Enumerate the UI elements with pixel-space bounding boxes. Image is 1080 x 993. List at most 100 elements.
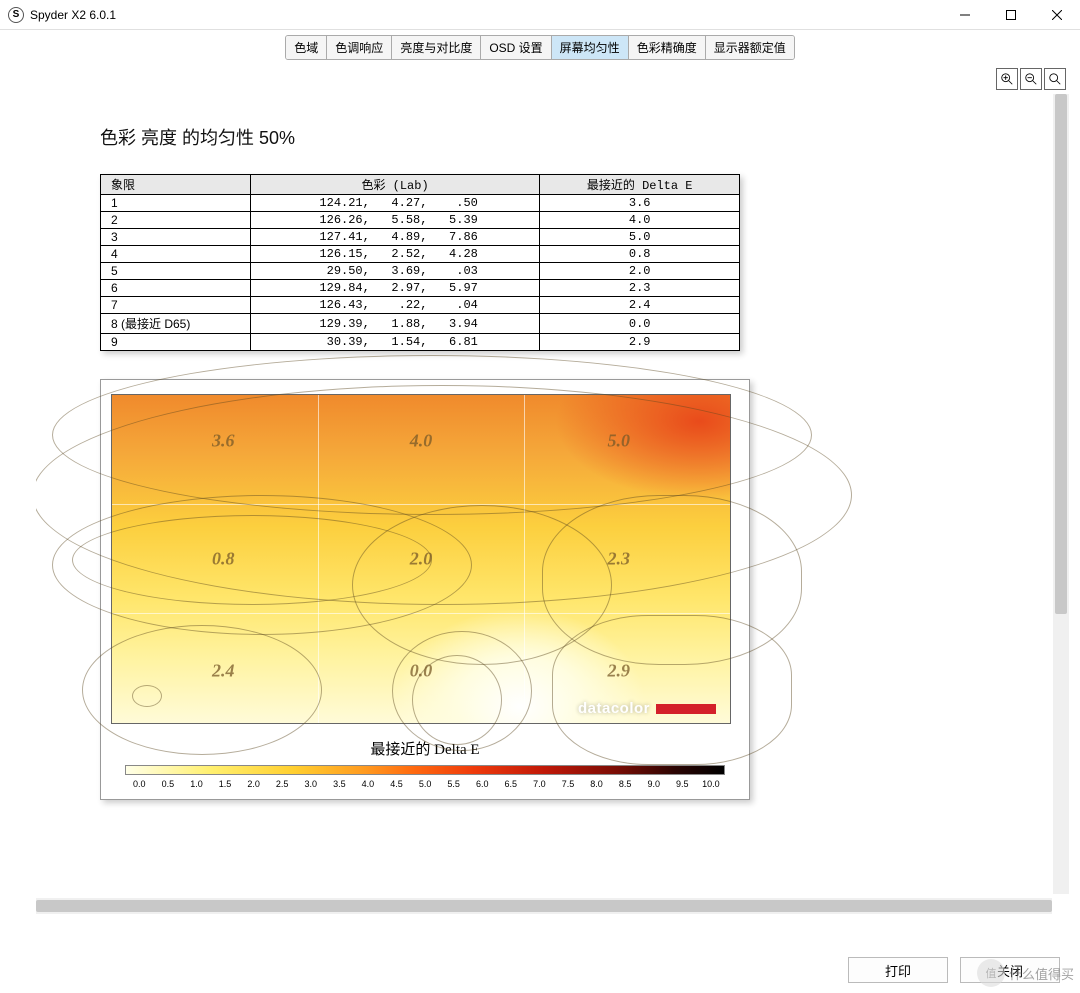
table-row: 8 (最接近 D65) 129.39, 1.88, 3.940.0 bbox=[101, 314, 740, 334]
heatmap-value: 4.0 bbox=[410, 430, 433, 451]
cell-quadrant: 8 (最接近 D65) bbox=[101, 314, 251, 334]
legend-tick: 5.5 bbox=[439, 779, 468, 789]
table-row: 7 126.43, .22, .042.4 bbox=[101, 297, 740, 314]
brand-bar-icon bbox=[656, 704, 716, 714]
legend-tick: 10.0 bbox=[697, 779, 726, 789]
tab-4[interactable]: 屏幕均匀性 bbox=[552, 36, 629, 59]
legend-tick: 1.5 bbox=[211, 779, 240, 789]
heatmap: datacolor 3.6 4.0 5.0 0.8 2.0 2.3 2.4 0.0 2.9 bbox=[111, 394, 731, 724]
legend-tick: 3.0 bbox=[296, 779, 325, 789]
legend-tick: 0.0 bbox=[125, 779, 154, 789]
heatmap-value: 0.0 bbox=[410, 660, 433, 681]
legend-tick: 8.5 bbox=[611, 779, 640, 789]
cell-delta-e: 2.4 bbox=[540, 297, 740, 314]
heatmap-panel: datacolor 3.6 4.0 5.0 0.8 2.0 2.3 2.4 0.0 2.9 最接… bbox=[100, 379, 750, 800]
legend-tick: 2.0 bbox=[239, 779, 268, 789]
legend-tick: 9.0 bbox=[639, 779, 668, 789]
cell-lab: 126.26, 5.58, 5.39 bbox=[250, 212, 540, 229]
zoom-out-icon[interactable] bbox=[1020, 68, 1042, 90]
legend-tick: 6.5 bbox=[497, 779, 526, 789]
legend-colorbar bbox=[125, 765, 725, 775]
cell-lab: 129.39, 1.88, 3.94 bbox=[250, 314, 540, 334]
table-row: 2 126.26, 5.58, 5.394.0 bbox=[101, 212, 740, 229]
cell-lab: 126.43, .22, .04 bbox=[250, 297, 540, 314]
tab-6[interactable]: 显示器额定值 bbox=[706, 36, 794, 59]
cell-delta-e: 0.0 bbox=[540, 314, 740, 334]
legend-tick: 4.0 bbox=[354, 779, 383, 789]
cell-lab: 29.50, 3.69, .03 bbox=[250, 263, 540, 280]
heatmap-value: 0.8 bbox=[212, 549, 235, 570]
cell-lab: 126.15, 2.52, 4.28 bbox=[250, 246, 540, 263]
legend-tick: 6.0 bbox=[468, 779, 497, 789]
report-page: 色彩 亮度 的均匀性 50% 象限 色彩 (Lab) 最接近的 Delta E … bbox=[36, 94, 1006, 820]
heatmap-value: 2.4 bbox=[212, 660, 235, 681]
cell-quadrant: 2 bbox=[101, 212, 251, 229]
header-delta-e: 最接近的 Delta E bbox=[540, 175, 740, 195]
tab-3[interactable]: OSD 设置 bbox=[481, 36, 551, 59]
legend-tick: 3.5 bbox=[325, 779, 354, 789]
vertical-scrollbar[interactable] bbox=[1053, 94, 1069, 894]
close-button[interactable] bbox=[1034, 0, 1080, 30]
cell-lab: 124.21, 4.27, .50 bbox=[250, 195, 540, 212]
heatmap-value: 2.0 bbox=[410, 549, 433, 570]
cell-quadrant: 1 bbox=[101, 195, 251, 212]
cell-delta-e: 2.0 bbox=[540, 263, 740, 280]
uniformity-table: 象限 色彩 (Lab) 最接近的 Delta E 1 124.21, 4.27,… bbox=[100, 174, 740, 351]
legend-tick: 1.0 bbox=[182, 779, 211, 789]
tab-2[interactable]: 亮度与对比度 bbox=[392, 36, 481, 59]
cell-delta-e: 2.3 bbox=[540, 280, 740, 297]
cell-delta-e: 0.8 bbox=[540, 246, 740, 263]
cell-delta-e: 2.9 bbox=[540, 334, 740, 351]
window-title: Spyder X2 6.0.1 bbox=[30, 8, 116, 22]
legend-tick: 5.0 bbox=[411, 779, 440, 789]
zoom-toolbar bbox=[0, 64, 1080, 94]
cell-delta-e: 4.0 bbox=[540, 212, 740, 229]
watermark: 值 什么值得买 bbox=[977, 959, 1074, 987]
legend-title: 最接近的 Delta E bbox=[111, 738, 739, 759]
watermark-badge: 值 bbox=[977, 959, 1005, 987]
heatmap-value: 2.9 bbox=[608, 660, 631, 681]
cell-quadrant: 7 bbox=[101, 297, 251, 314]
cell-lab: 127.41, 4.89, 7.86 bbox=[250, 229, 540, 246]
horizontal-scrollbar[interactable] bbox=[36, 898, 1052, 914]
maximize-button[interactable] bbox=[988, 0, 1034, 30]
zoom-reset-icon[interactable] bbox=[1044, 68, 1066, 90]
table-row: 4 126.15, 2.52, 4.280.8 bbox=[101, 246, 740, 263]
cell-quadrant: 5 bbox=[101, 263, 251, 280]
zoom-in-icon[interactable] bbox=[996, 68, 1018, 90]
cell-quadrant: 6 bbox=[101, 280, 251, 297]
window-controls bbox=[942, 0, 1080, 30]
cell-quadrant: 4 bbox=[101, 246, 251, 263]
cell-quadrant: 9 bbox=[101, 334, 251, 351]
legend-ticks: 0.00.51.01.52.02.53.03.54.04.55.05.56.06… bbox=[125, 779, 725, 789]
titlebar: S Spyder X2 6.0.1 bbox=[0, 0, 1080, 30]
header-quadrant: 象限 bbox=[101, 175, 251, 195]
watermark-text: 什么值得买 bbox=[1009, 964, 1074, 983]
header-lab: 色彩 (Lab) bbox=[250, 175, 540, 195]
tab-5[interactable]: 色彩精确度 bbox=[629, 36, 706, 59]
table-row: 9 30.39, 1.54, 6.812.9 bbox=[101, 334, 740, 351]
print-button[interactable]: 打印 bbox=[848, 957, 948, 983]
legend-tick: 7.5 bbox=[554, 779, 583, 789]
minimize-button[interactable] bbox=[942, 0, 988, 30]
cell-lab: 30.39, 1.54, 6.81 bbox=[250, 334, 540, 351]
brand-text: datacolor bbox=[578, 700, 650, 717]
table-row: 3 127.41, 4.89, 7.865.0 bbox=[101, 229, 740, 246]
legend-tick: 0.5 bbox=[154, 779, 183, 789]
heatmap-value: 5.0 bbox=[608, 430, 631, 451]
table-row: 1 124.21, 4.27, .503.6 bbox=[101, 195, 740, 212]
tab-0[interactable]: 色域 bbox=[286, 36, 327, 59]
brand-logo: datacolor bbox=[578, 700, 716, 717]
heatmap-value: 3.6 bbox=[212, 430, 235, 451]
tab-strip: 色域色调响应亮度与对比度OSD 设置屏幕均匀性色彩精确度显示器额定值 bbox=[0, 30, 1080, 58]
tab-1[interactable]: 色调响应 bbox=[327, 36, 392, 59]
table-row: 6 129.84, 2.97, 5.972.3 bbox=[101, 280, 740, 297]
heatmap-value: 2.3 bbox=[608, 549, 631, 570]
cell-delta-e: 3.6 bbox=[540, 195, 740, 212]
legend-tick: 2.5 bbox=[268, 779, 297, 789]
cell-quadrant: 3 bbox=[101, 229, 251, 246]
app-icon: S bbox=[8, 7, 24, 23]
legend-tick: 8.0 bbox=[582, 779, 611, 789]
table-row: 5 29.50, 3.69, .032.0 bbox=[101, 263, 740, 280]
cell-lab: 129.84, 2.97, 5.97 bbox=[250, 280, 540, 297]
